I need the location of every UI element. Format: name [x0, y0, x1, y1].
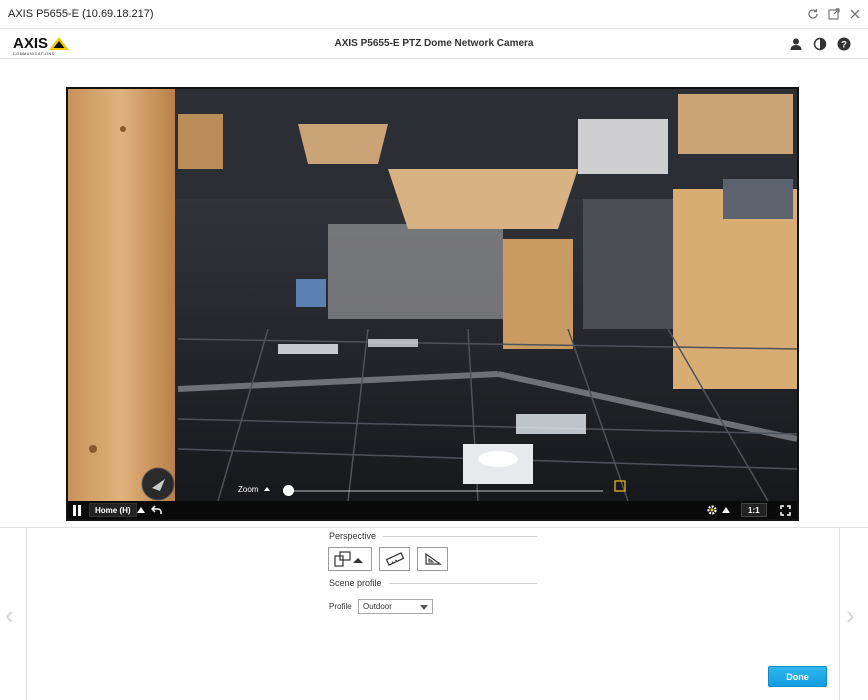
zoom-label: Zoom — [238, 485, 259, 494]
zoom-caret-up-icon — [264, 487, 270, 491]
fullscreen-button[interactable] — [780, 503, 791, 517]
triangle-ruler-icon — [424, 552, 442, 565]
ruler-icon — [385, 552, 404, 566]
pause-icon — [73, 504, 81, 516]
fullscreen-icon — [780, 504, 791, 516]
settings-dropdown-button[interactable] — [722, 503, 730, 517]
profile-label: Profile — [329, 602, 352, 611]
chevron-down-icon — [420, 605, 428, 610]
zoom-slider-track[interactable] — [283, 490, 603, 492]
preset-dropdown-button[interactable] — [137, 503, 145, 517]
header-icons: ? — [788, 36, 852, 52]
svg-text:COMMUNICATIONS: COMMUNICATIONS — [13, 52, 55, 56]
app-window: AXIS P5655-E (10.69.18.217) AXIS COMMUNI… — [0, 0, 868, 700]
camera-video-stream[interactable]: Zoom — [68, 89, 797, 501]
pause-button[interactable] — [72, 503, 82, 517]
window-controls — [806, 7, 862, 21]
camera-viewer: Zoom Home (H) 1:1 — [66, 87, 799, 521]
refresh-icon[interactable] — [806, 7, 820, 21]
profile-select[interactable]: Outdoor — [358, 599, 433, 614]
settings-button[interactable] — [706, 503, 718, 517]
viewer-control-bar: Home (H) 1:1 — [68, 501, 797, 519]
orientation-button[interactable] — [328, 547, 372, 571]
done-button[interactable]: Done — [768, 666, 827, 687]
open-external-icon[interactable] — [827, 7, 841, 21]
svg-text:?: ? — [841, 40, 847, 51]
caret-up-icon — [137, 507, 145, 513]
return-button[interactable] — [151, 503, 162, 517]
ratio-button[interactable]: 1:1 — [741, 503, 767, 517]
window-titlebar: AXIS P5655-E (10.69.18.217) — [0, 0, 868, 29]
left-divider — [26, 527, 27, 700]
scene-profile-divider — [389, 583, 537, 584]
user-icon[interactable] — [788, 36, 804, 52]
app-header: AXIS COMMUNICATIONS AXIS P5655-E PTZ Dom… — [0, 29, 868, 59]
next-arrow-icon[interactable]: › — [846, 600, 855, 631]
zoom-slider-handle[interactable] — [283, 485, 294, 496]
gear-icon — [707, 505, 717, 515]
preset-selector[interactable]: Home (H) — [89, 503, 137, 517]
perspective-heading: Perspective — [329, 531, 377, 541]
rotate-orientation-icon — [334, 551, 363, 567]
caret-up-icon — [722, 507, 730, 513]
camera-scene-image — [68, 89, 797, 501]
window-title: AXIS P5655-E (10.69.18.217) — [8, 8, 154, 20]
help-icon[interactable]: ? — [836, 36, 852, 52]
close-icon[interactable] — [848, 7, 862, 21]
straighten-button[interactable] — [379, 547, 410, 571]
scene-profile-heading: Scene profile — [329, 578, 382, 588]
profile-select-value: Outdoor — [363, 602, 392, 611]
right-divider — [839, 527, 840, 700]
page-title: AXIS P5655-E PTZ Dome Network Camera — [334, 38, 534, 49]
perspective-divider — [383, 536, 537, 537]
preset-label: Home (H) — [95, 505, 131, 515]
contrast-icon[interactable] — [812, 36, 828, 52]
perspective-correction-button[interactable] — [417, 547, 448, 571]
ratio-label: 1:1 — [748, 505, 760, 515]
previous-arrow-icon[interactable]: ‹ — [5, 600, 14, 631]
return-arrow-icon — [151, 505, 162, 514]
